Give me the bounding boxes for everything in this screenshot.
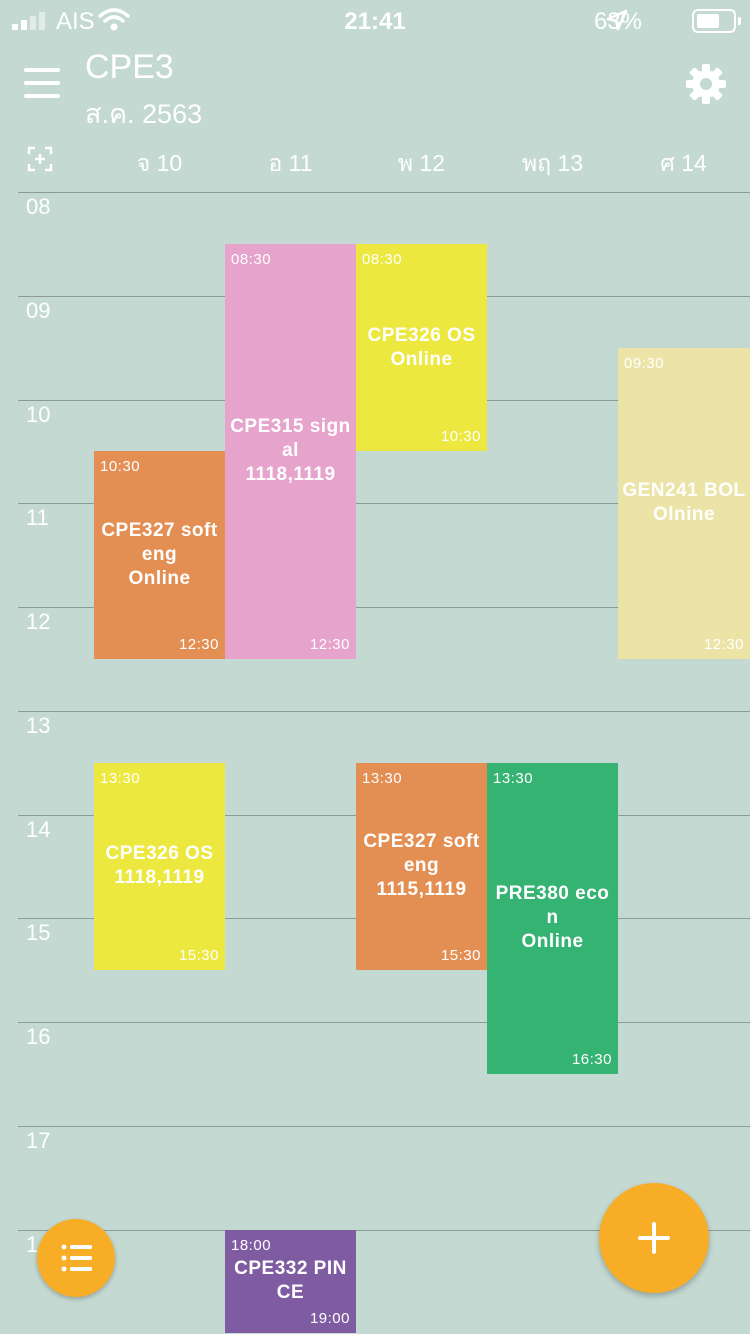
list-view-button[interactable] [37, 1219, 115, 1297]
add-square-icon[interactable] [27, 146, 53, 172]
status-bar: AIS 21:41 63% [0, 0, 750, 40]
event-start-time: 13:30 [493, 769, 534, 787]
event-start-time: 10:30 [100, 458, 141, 476]
event-end-time: 16:30 [571, 1050, 612, 1068]
hour-label: 13 [26, 712, 51, 738]
page-title: CPE3 [85, 48, 174, 86]
event-cpe332[interactable]: 18:00 CPE332 PIN CE 19:00 [225, 1229, 356, 1334]
event-cpe326-mon[interactable]: 13:30 CPE326 OS 1118,1119 15:30 [94, 762, 225, 971]
event-start-time: 08:30 [362, 250, 403, 268]
hour-label: 11 [26, 505, 49, 531]
gear-icon[interactable] [684, 62, 728, 106]
event-title: PRE380 eco n Online [495, 883, 610, 953]
hour-gridline [18, 1125, 750, 1127]
event-end-time: 12:30 [178, 635, 219, 653]
hour-label: 16 [26, 1024, 51, 1049]
hour-gridline [18, 710, 750, 712]
day-fri[interactable]: ศ 14 [618, 146, 749, 182]
day-header-row: จ 10 อ 11 พ 12 พฤ 13 ศ 14 [0, 142, 750, 182]
battery-percent: 63% [593, 8, 642, 35]
event-cpe326-wed[interactable]: 08:30 CPE326 OS Online 10:30 [356, 243, 487, 452]
month-label[interactable]: ส.ค. 2563 [85, 92, 202, 135]
event-end-time: 19:00 [309, 1310, 350, 1328]
event-end-time: 15:30 [440, 947, 481, 965]
event-cpe327-mon[interactable]: 10:30 CPE327 soft eng Online 12:30 [94, 451, 225, 659]
event-start-time: 09:30 [624, 354, 665, 372]
event-title: CPE315 sign al 1118,1119 [230, 416, 351, 486]
event-cpe327-wed[interactable]: 13:30 CPE327 soft eng 1115,1119 15:30 [356, 762, 487, 971]
event-cpe315[interactable]: 08:30 CPE315 sign al 1118,1119 12:30 [225, 243, 356, 659]
event-end-time: 10:30 [440, 428, 481, 446]
add-event-button[interactable] [599, 1183, 709, 1293]
event-start-time: 13:30 [362, 769, 403, 787]
event-gen241[interactable]: 09:30 GEN241 BOL Olnine 12:30 [618, 347, 750, 659]
event-end-time: 15:30 [178, 947, 219, 965]
hour-label: 14 [26, 816, 51, 842]
event-title: CPE327 soft eng 1115,1119 [363, 831, 480, 901]
event-title: CPE332 PIN CE [234, 1258, 347, 1304]
event-start-time: 18:00 [231, 1236, 272, 1254]
hour-gridline [18, 192, 750, 193]
event-end-time: 12:30 [309, 635, 350, 653]
day-tue[interactable]: อ 11 [225, 146, 356, 182]
battery-icon [692, 9, 741, 33]
event-title: CPE327 soft eng Online [101, 520, 218, 590]
event-title: GEN241 BOL Olnine [622, 480, 746, 526]
event-title: CPE326 OS 1118,1119 [105, 843, 214, 889]
hour-label: 10 [26, 401, 51, 427]
event-pre380[interactable]: 13:30 PRE380 eco n Online 16:30 [487, 762, 618, 1074]
event-end-time: 12:30 [703, 635, 744, 653]
hour-label: 08 [26, 194, 51, 219]
hour-gridline [18, 1022, 750, 1023]
event-start-time: 13:30 [100, 769, 141, 787]
list-icon [61, 1244, 92, 1272]
hour-label: 09 [26, 297, 51, 323]
plus-icon [638, 1222, 670, 1254]
hamburger-icon[interactable] [24, 66, 60, 100]
hour-label: 15 [26, 920, 51, 946]
day-wed[interactable]: พ 12 [356, 146, 487, 182]
hour-label: 17 [26, 1127, 51, 1153]
hour-label: 12 [26, 609, 51, 634]
event-start-time: 08:30 [231, 250, 272, 268]
day-mon[interactable]: จ 10 [94, 146, 225, 182]
day-thu[interactable]: พฤ 13 [487, 146, 618, 182]
event-title: CPE326 OS Online [367, 324, 476, 370]
